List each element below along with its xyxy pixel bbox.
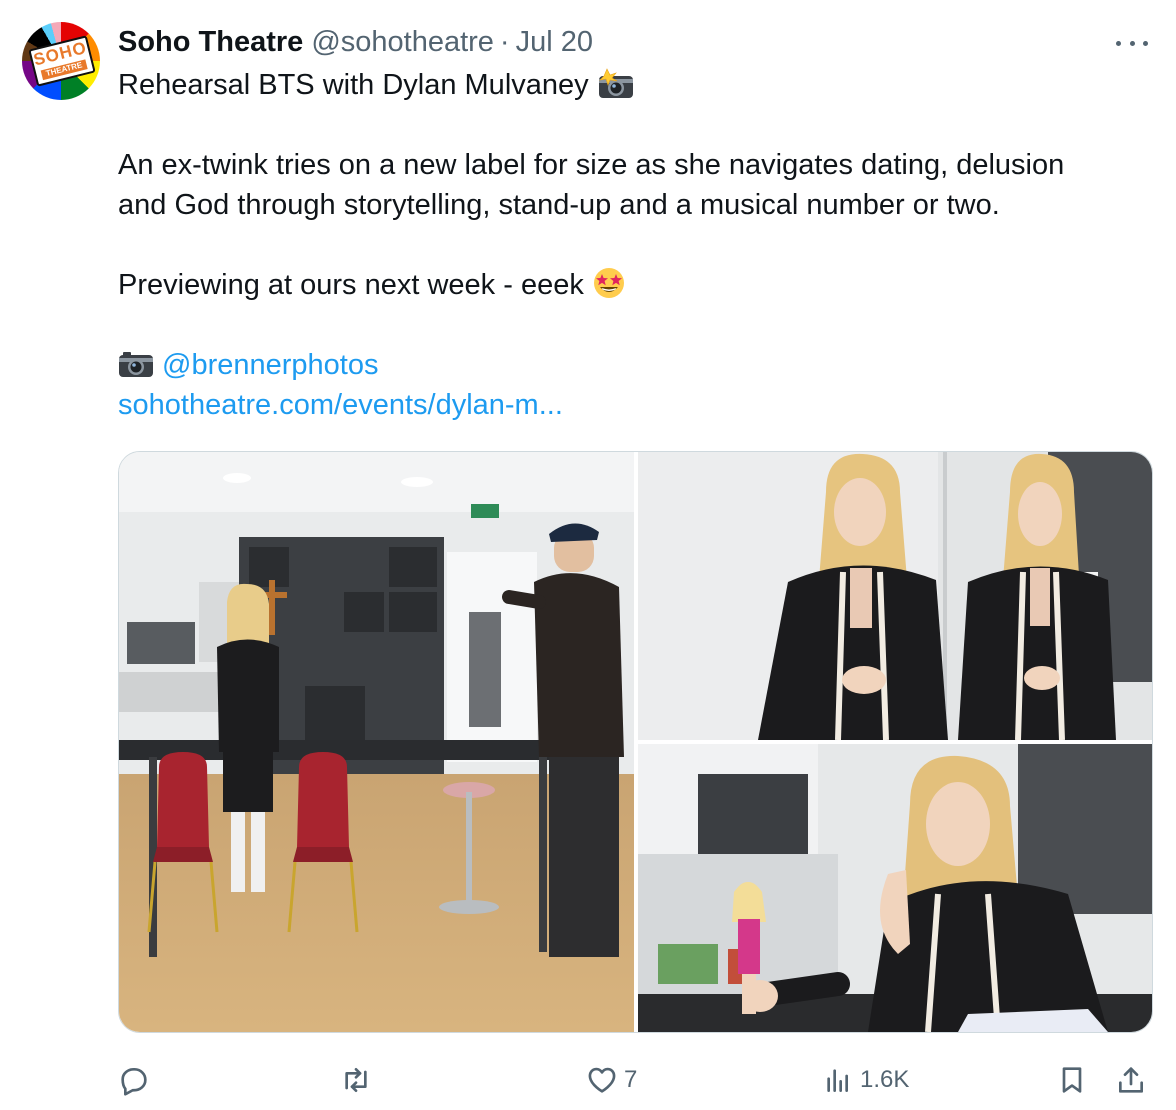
like-count: 7: [624, 1066, 638, 1093]
event-url-link[interactable]: sohotheatre.com/events/dylan-m...: [118, 389, 563, 421]
tweet-date[interactable]: Jul 20: [516, 26, 593, 59]
rehearsal-room-photo[interactable]: [119, 452, 634, 1032]
reply-icon: [121, 1068, 147, 1096]
tweet-line-6: sohotheatre.com/events/dylan-m...: [118, 385, 1148, 425]
bookmark-button[interactable]: [1056, 1058, 1088, 1102]
action-bar: 7 1.6K: [118, 1058, 1158, 1102]
tweet-line-1-text: Rehearsal BTS with Dylan Mulvaney: [118, 69, 589, 101]
tweet-line-3: and God through storytelling, stand-up a…: [118, 189, 1000, 221]
media-grid: [118, 451, 1153, 1033]
views-count: 1.6K: [860, 1066, 910, 1093]
views-icon: [827, 1069, 848, 1092]
share-button[interactable]: [1115, 1058, 1147, 1102]
bookmark-icon: [1062, 1067, 1082, 1093]
repost-icon: [345, 1068, 367, 1092]
tweet-line-4-text: Previewing at ours next week - eeek: [118, 269, 584, 301]
avatar[interactable]: SOHO THEATRE: [22, 22, 100, 100]
mention-link[interactable]: @brennerphotos: [162, 349, 378, 381]
repost-button[interactable]: [340, 1058, 378, 1102]
doll-table-photo[interactable]: [638, 744, 1152, 1032]
tweet-header: Soho Theatre @sohotheatre · Jul 20: [118, 24, 593, 60]
mirror-portrait-photo[interactable]: [638, 452, 1152, 740]
reply-button[interactable]: [118, 1058, 156, 1102]
views-button[interactable]: 1.6K: [822, 1058, 909, 1102]
heart-icon: [588, 1067, 616, 1093]
soho-theatre-logo: SOHO THEATRE: [28, 35, 96, 87]
camera-flash-icon: [597, 68, 635, 111]
like-button[interactable]: 7: [586, 1058, 637, 1102]
more-options-icon[interactable]: [1116, 36, 1148, 50]
tweet-line-4: Previewing at ours next week - eeek: [118, 265, 1148, 311]
share-icon: [1119, 1067, 1143, 1093]
author-name[interactable]: Soho Theatre: [118, 26, 303, 59]
author-handle[interactable]: @sohotheatre: [311, 26, 494, 59]
separator-dot: ·: [499, 25, 510, 58]
star-struck-icon: [592, 266, 626, 311]
tweet-line-2: An ex-twink tries on a new label for siz…: [118, 149, 1065, 181]
tweet-line-1: Rehearsal BTS with Dylan Mulvaney: [118, 65, 1148, 111]
